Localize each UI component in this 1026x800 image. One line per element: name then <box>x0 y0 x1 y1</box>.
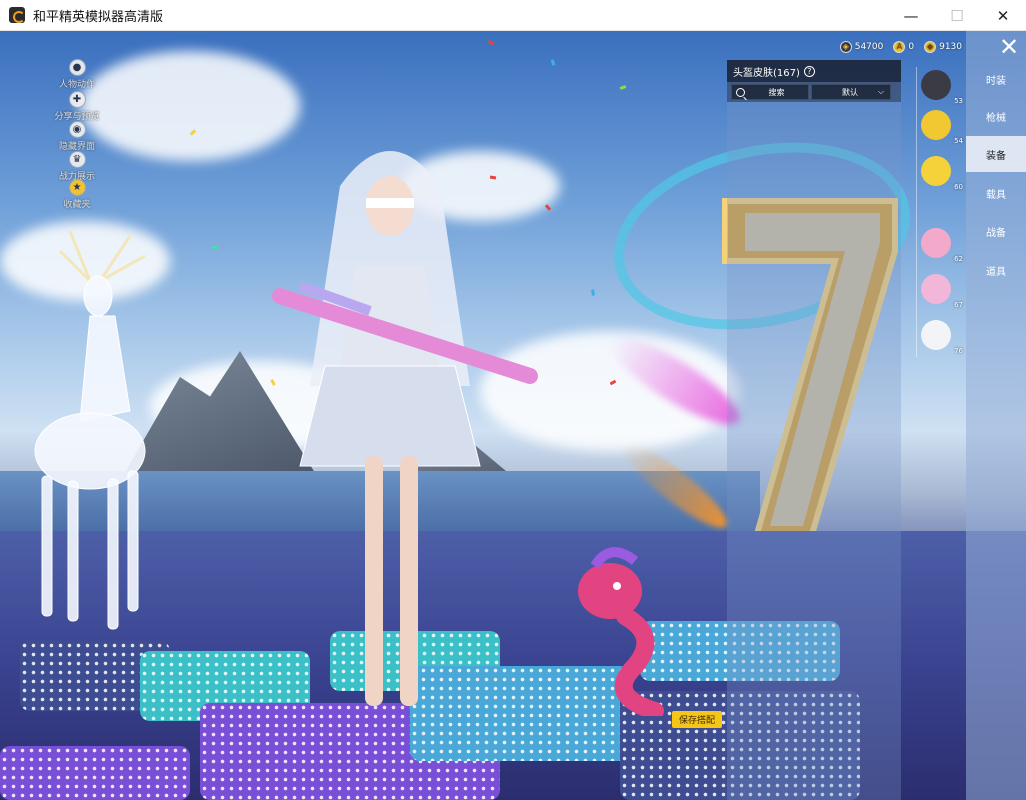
skin-thumbnail <box>921 110 951 140</box>
skin-thumbnail <box>921 228 951 258</box>
tab-outfit[interactable]: 时装 <box>966 61 1026 97</box>
window-controls: — ☐ ✕ <box>888 0 1026 31</box>
search-icon <box>736 87 745 97</box>
skin-item[interactable]: 62 <box>919 225 965 265</box>
share-icon: ✚ <box>68 91 86 108</box>
menu-favorites[interactable]: ★ 收藏夹 <box>52 179 102 211</box>
maximize-button[interactable]: ☐ <box>934 0 980 31</box>
skin-item[interactable]: 53 <box>919 67 965 107</box>
tab-equipment[interactable]: 装备 <box>966 136 1026 172</box>
currency-gold: ◆ 9130 <box>924 41 962 53</box>
search-input[interactable]: 搜索 <box>731 84 809 100</box>
skin-thumbnail <box>921 70 951 100</box>
app-icon <box>9 7 25 23</box>
confetti <box>619 85 627 90</box>
skin-item[interactable]: 67 <box>919 271 965 311</box>
tab-props[interactable]: 道具 <box>966 252 1026 288</box>
eye-icon: ◉ <box>68 121 86 138</box>
currency-bar: ◈ 54700 A 0 ◆ 9130 <box>839 39 962 55</box>
confetti <box>550 59 556 66</box>
save-outfit-button[interactable]: 保存搭配 <box>672 711 722 728</box>
menu-person-action[interactable]: ● 人物动作 <box>52 59 102 91</box>
menu-hide-ui[interactable]: ◉ 隐藏界面 <box>52 121 102 153</box>
crown-icon: ♛ <box>68 151 86 168</box>
skin-item[interactable]: 76 <box>919 317 965 357</box>
panel-header: 头盔皮肤(167) ? <box>727 60 901 82</box>
window-titlebar: 和平精英模拟器高清版 — ☐ ✕ <box>0 0 1026 31</box>
skin-thumbnail <box>921 274 951 304</box>
currency-coin: ◈ 54700 <box>839 41 883 53</box>
player-character[interactable] <box>240 126 540 726</box>
chevron-down-icon: ⌵ <box>877 87 884 96</box>
token-icon: A <box>893 41 906 53</box>
tab-battle-prep[interactable]: 战备 <box>966 213 1026 249</box>
dragon-pet <box>578 547 664 716</box>
minimize-button[interactable]: — <box>888 0 934 31</box>
currency-token: A 0 <box>893 41 914 53</box>
category-bar: ✕ 时装 枪械 装备 载具 战备 道具 <box>966 31 1026 800</box>
panel-filters: 搜索 默认 ⌵ <box>727 82 901 102</box>
coin-icon: ◈ <box>839 41 852 53</box>
tab-vehicle[interactable]: 载具 <box>966 175 1026 211</box>
close-button[interactable]: ✕ <box>980 0 1026 31</box>
gold-icon: ◆ <box>924 41 937 53</box>
menu-share-preview[interactable]: ✚ 分享与预览 <box>52 91 102 123</box>
help-icon[interactable]: ? <box>803 65 815 77</box>
skin-item[interactable]: 54 <box>919 107 965 147</box>
star-badge-icon: ★ <box>68 179 86 196</box>
confetti <box>591 289 595 296</box>
skin-panel: 头盔皮肤(167) ? 搜索 默认 ⌵ <box>727 60 901 800</box>
tab-firearms[interactable]: 枪械 <box>966 98 1026 134</box>
person-icon: ● <box>68 59 86 76</box>
crystal-deer <box>34 230 146 630</box>
skin-thumbnail <box>921 320 951 350</box>
confetti <box>544 204 552 211</box>
confetti <box>487 39 495 46</box>
skin-thumbnail <box>921 156 951 186</box>
confetti <box>211 245 219 250</box>
skin-item-list: 53 54 60 62 67 76 <box>915 67 965 357</box>
sort-dropdown[interactable]: 默认 ⌵ <box>811 84 891 100</box>
floor-tile <box>0 746 190 800</box>
close-icon[interactable]: ✕ <box>996 35 1022 61</box>
game-viewport[interactable]: ● 人物动作 ✚ 分享与预览 ◉ 隐藏界面 ♛ 战力展示 ★ 收藏夹 ◈ 547… <box>0 31 1026 800</box>
window-title: 和平精英模拟器高清版 <box>33 9 164 25</box>
panel-title: 头盔皮肤(167) <box>733 67 800 79</box>
skin-item[interactable]: 60 <box>919 153 965 193</box>
